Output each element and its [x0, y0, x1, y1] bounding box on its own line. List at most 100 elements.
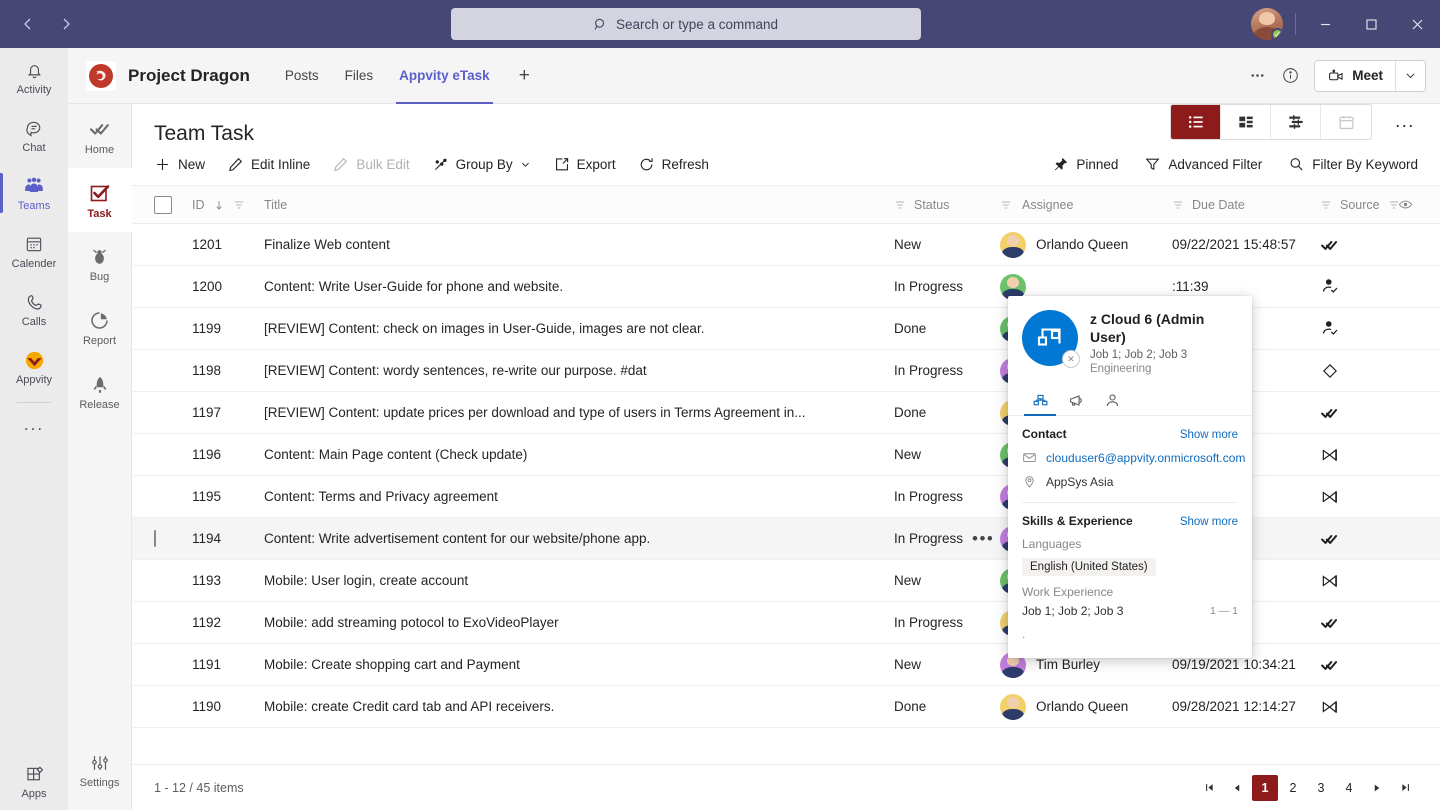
column-header-source[interactable]: Source	[1320, 198, 1398, 212]
avatar[interactable]: ✓	[1251, 8, 1283, 40]
row-title[interactable]: Finalize Web content	[264, 237, 894, 252]
row-title[interactable]: Mobile: User login, create account	[264, 573, 894, 588]
select-all-checkbox[interactable]	[154, 196, 172, 214]
header-more-button[interactable]	[1248, 66, 1267, 85]
rail-item-apps[interactable]: Apps	[0, 752, 68, 810]
chevron-down-icon[interactable]	[1395, 61, 1425, 91]
eye-icon[interactable]	[1398, 197, 1413, 212]
forward-button[interactable]	[50, 8, 82, 40]
maximize-button[interactable]	[1348, 0, 1394, 48]
row-checkbox[interactable]	[154, 530, 156, 547]
filter-icon[interactable]	[1320, 199, 1332, 211]
rail-item-calls[interactable]: Calls	[0, 280, 68, 338]
sidebar-item-task[interactable]: Task	[68, 168, 132, 232]
row-title[interactable]: [REVIEW] Content: update prices per down…	[264, 405, 894, 420]
rail-more-button[interactable]: ...	[0, 403, 68, 447]
refresh-button[interactable]: Refresh	[638, 156, 709, 173]
meet-button[interactable]: Meet	[1314, 60, 1426, 92]
row-checkbox-cell	[154, 699, 192, 714]
row-status: New	[894, 447, 1000, 462]
row-title[interactable]: [REVIEW] Content: wordy sentences, re-wr…	[264, 363, 894, 378]
row-title[interactable]: Mobile: create Credit card tab and API r…	[264, 699, 894, 714]
rail-item-teams[interactable]: Teams	[0, 164, 68, 222]
search-input[interactable]: Search or type a command	[451, 8, 921, 40]
row-id: 1199	[192, 321, 264, 336]
view-more-button[interactable]: ...	[1388, 104, 1422, 138]
prev-page-button[interactable]	[1224, 775, 1250, 801]
column-header-id[interactable]: ID	[192, 198, 264, 212]
profile-tab-organization[interactable]	[1022, 385, 1058, 415]
export-button[interactable]: Export	[553, 156, 616, 173]
meet-button-main[interactable]: Meet	[1315, 61, 1395, 91]
row-title[interactable]: Mobile: add streaming potocol to ExoVide…	[264, 615, 894, 630]
contact-show-more-link[interactable]: Show more	[1180, 429, 1238, 441]
row-title[interactable]: Content: Main Page content (Check update…	[264, 447, 894, 462]
sidebar-item-release[interactable]: Release	[68, 360, 132, 424]
sidebar-item-home[interactable]: Home	[68, 104, 132, 168]
add-tab-button[interactable]: +	[511, 65, 538, 87]
first-page-button[interactable]	[1196, 775, 1222, 801]
column-header-title[interactable]: Title	[264, 198, 894, 212]
profile-tab-activity[interactable]	[1058, 385, 1094, 415]
row-title[interactable]: Content: Terms and Privacy agreement	[264, 489, 894, 504]
profile-department: Engineering	[1090, 363, 1238, 375]
pinned-button[interactable]: Pinned	[1052, 156, 1118, 173]
column-header-due-date[interactable]: Due Date	[1172, 198, 1320, 212]
tab-appvity-etask[interactable]: Appvity eTask	[386, 48, 503, 104]
tab-files[interactable]: Files	[332, 48, 387, 104]
page-button-2[interactable]: 2	[1280, 775, 1306, 801]
filter-icon[interactable]	[894, 199, 906, 211]
rail-item-appvity[interactable]: Appvity	[0, 338, 68, 396]
group-by-button[interactable]: Group By	[432, 156, 531, 173]
info-icon[interactable]	[1281, 66, 1300, 85]
page-button-1[interactable]: 1	[1252, 775, 1278, 801]
board-view-button[interactable]	[1221, 105, 1271, 139]
contact-email[interactable]: clouduser6@appvity.onmicrosoft.com	[1046, 451, 1245, 465]
last-page-button[interactable]	[1392, 775, 1418, 801]
skills-show-more-link[interactable]: Show more	[1180, 516, 1238, 528]
rail-item-label: Chat	[22, 142, 45, 154]
rail-item-label: Apps	[21, 788, 46, 800]
close-button[interactable]	[1394, 0, 1440, 48]
row-assignee-name: Orlando Queen	[1036, 237, 1128, 252]
filter-icon[interactable]	[1000, 199, 1012, 211]
page-button-4[interactable]: 4	[1336, 775, 1362, 801]
row-more-button[interactable]: •••	[972, 529, 994, 549]
page-button-3[interactable]: 3	[1308, 775, 1334, 801]
column-header-status[interactable]: Status	[894, 198, 1000, 212]
column-chooser-button[interactable]	[1398, 197, 1438, 212]
mail-icon	[1022, 450, 1037, 465]
sidebar-item-bug[interactable]: Bug	[68, 232, 132, 296]
edit-inline-button[interactable]: Edit Inline	[227, 156, 310, 173]
row-title[interactable]: Mobile: Create shopping cart and Payment	[264, 657, 894, 672]
new-button[interactable]: New	[154, 156, 205, 173]
person-icon	[1104, 392, 1121, 409]
rail-item-label: Teams	[18, 200, 50, 212]
contact-email-row[interactable]: clouduser6@appvity.onmicrosoft.com	[1022, 450, 1238, 465]
next-page-button[interactable]	[1364, 775, 1390, 801]
filter-icon[interactable]	[233, 199, 245, 211]
rail-item-calender[interactable]: Calender	[0, 222, 68, 280]
tab-posts[interactable]: Posts	[272, 48, 332, 104]
filter-icon[interactable]	[1172, 199, 1184, 211]
bowtie-icon	[1320, 445, 1398, 465]
channel-header: Project Dragon Posts Files Appvity eTask…	[68, 48, 1440, 104]
row-title[interactable]: [REVIEW] Content: check on images in Use…	[264, 321, 894, 336]
sort-desc-icon[interactable]	[213, 199, 225, 211]
row-title[interactable]: Content: Write User-Guide for phone and …	[264, 279, 894, 294]
profile-tab-profile[interactable]	[1094, 385, 1130, 415]
rail-item-activity[interactable]: Activity	[0, 48, 68, 106]
advanced-filter-button[interactable]: Advanced Filter	[1144, 156, 1262, 173]
column-header-assignee[interactable]: Assignee	[1000, 198, 1172, 212]
row-title[interactable]: Content: Write advertisement content for…	[264, 531, 894, 546]
rail-item-chat[interactable]: Chat	[0, 106, 68, 164]
back-button[interactable]	[12, 8, 44, 40]
teams-icon	[22, 174, 46, 198]
sidebar-item-settings[interactable]: Settings	[68, 738, 132, 802]
sidebar-item-report[interactable]: Report	[68, 296, 132, 360]
minimize-button[interactable]	[1302, 0, 1348, 48]
list-view-button[interactable]	[1171, 105, 1221, 139]
work-experience-label: Work Experience	[1022, 585, 1238, 599]
filter-by-keyword-button[interactable]: Filter By Keyword	[1288, 156, 1418, 173]
gantt-view-button[interactable]	[1271, 105, 1321, 139]
